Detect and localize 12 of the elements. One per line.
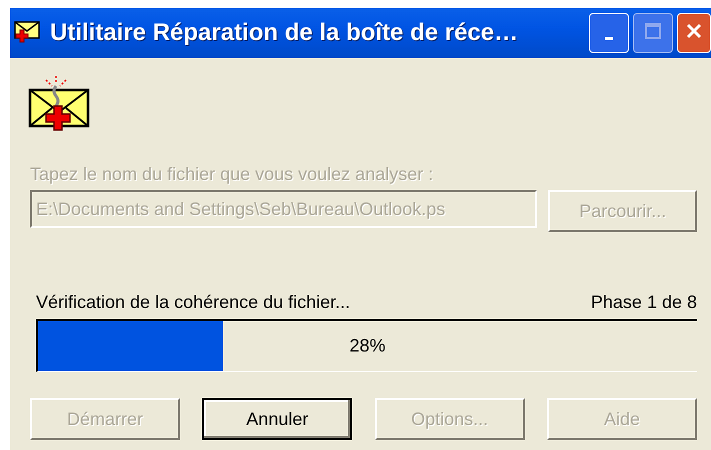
close-button[interactable]: [677, 13, 711, 53]
window-title: Utilitaire Réparation de la boîte de réce…: [50, 19, 520, 47]
dialog-button[interactable]: Annuler: [202, 398, 352, 440]
close-icon: [685, 22, 703, 40]
progress-reading: 28%: [349, 336, 386, 356]
status-text: Vérification de la cohérence du fichier...: [36, 292, 350, 313]
file-prompt-label: Tapez le nom du fichier que vous voulez analyser :: [30, 164, 434, 185]
phase-text: Phase 1 de 8: [590, 292, 697, 313]
maximize-icon: [644, 22, 662, 40]
minimize-icon: [605, 36, 613, 40]
minimize-button[interactable]: [589, 13, 629, 53]
maximize-button[interactable]: [633, 13, 673, 53]
